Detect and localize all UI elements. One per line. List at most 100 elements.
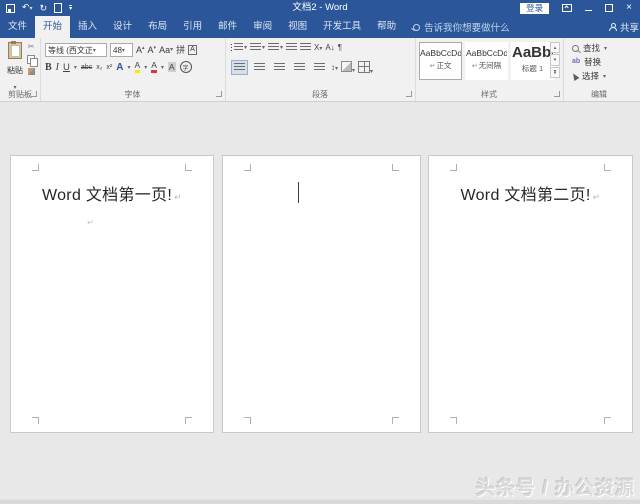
- grow-font-button[interactable]: A ▴: [136, 45, 145, 56]
- crop-mark-icon: [604, 417, 611, 424]
- underline-button[interactable]: U: [63, 62, 70, 73]
- text-cursor[interactable]: [298, 182, 299, 203]
- paragraph-dialog-launcher[interactable]: [406, 91, 412, 97]
- up-icon: ▴: [142, 44, 145, 51]
- distribute-button[interactable]: [311, 60, 328, 75]
- show-marks-button[interactable]: ¶: [338, 43, 342, 52]
- text-effects-button[interactable]: A: [116, 62, 123, 73]
- font-name-value: 等线 (西文正: [48, 45, 93, 55]
- tell-me-search[interactable]: 告诉我你想要做什么: [413, 16, 510, 38]
- superscript-button[interactable]: x²: [106, 64, 112, 71]
- multilevel-list-button[interactable]: ▾: [268, 43, 283, 52]
- down-icon: ▾: [153, 44, 157, 51]
- change-case-button[interactable]: Aa ▾: [159, 45, 173, 56]
- redo-button[interactable]: ↻: [40, 0, 48, 16]
- new-document-icon[interactable]: [54, 3, 63, 13]
- font-dialog-launcher[interactable]: [216, 91, 222, 97]
- numbering-button[interactable]: ▾: [250, 43, 265, 52]
- find-button[interactable]: 查找 ▾: [572, 42, 607, 54]
- chevron-down-icon: ▾: [604, 45, 608, 52]
- select-button[interactable]: 选择 ▾: [570, 70, 607, 82]
- asian-layout-button[interactable]: X▾: [314, 43, 322, 52]
- borders-button[interactable]: ▾: [358, 60, 374, 75]
- style-heading1[interactable]: AaBbC 标题 1: [511, 42, 554, 80]
- phonetic-guide-button[interactable]: 拼: [176, 45, 185, 56]
- page-3-text[interactable]: Word 文档第二页!: [429, 181, 632, 205]
- tab-mailings[interactable]: 邮件: [210, 16, 245, 38]
- save-icon[interactable]: [6, 3, 15, 13]
- bullets-button[interactable]: ▾: [231, 43, 247, 52]
- maximize-button[interactable]: [605, 4, 614, 12]
- tab-home[interactable]: 开始: [35, 16, 71, 38]
- strikethrough-button[interactable]: abc: [81, 64, 92, 71]
- word-window: ↶▾ ↻ ▾ 文档2 - Word 登录 × 文件 开始 插入 设计 布局 引用…: [0, 0, 640, 504]
- font-size-combo[interactable]: 48 ▾: [110, 43, 133, 57]
- style-name: 正文: [420, 60, 461, 71]
- tab-view[interactable]: 视图: [280, 16, 315, 38]
- page-1-text[interactable]: Word 文档第一页!: [11, 181, 213, 205]
- share-button[interactable]: 共享: [608, 16, 640, 38]
- highlight-button[interactable]: A: [134, 61, 141, 73]
- chevron-down-icon: ▾: [370, 68, 374, 75]
- styles-scroll-down-button[interactable]: ▾: [550, 54, 560, 66]
- page-3[interactable]: Word 文档第二页!: [428, 155, 633, 433]
- styles-dialog-launcher[interactable]: [554, 91, 560, 97]
- sort-button[interactable]: A↓: [325, 43, 334, 52]
- crop-mark-icon: [244, 417, 251, 424]
- tab-layout[interactable]: 布局: [140, 16, 175, 38]
- justify-button[interactable]: [291, 60, 308, 75]
- customize-quick-access-button[interactable]: ▾: [69, 4, 73, 12]
- copy-icon[interactable]: [27, 55, 38, 67]
- tab-review[interactable]: 审阅: [245, 16, 280, 38]
- ribbon-tab-bar: 文件 开始 插入 设计 布局 引用 邮件 审阅 视图 开发工具 帮助 告诉我你想…: [0, 16, 640, 38]
- styles-scroll-up-button[interactable]: ▴: [550, 42, 560, 54]
- line-spacing-button[interactable]: ↕▾: [331, 63, 338, 72]
- undo-button[interactable]: ↶▾: [22, 0, 33, 17]
- tab-insert[interactable]: 插入: [70, 16, 105, 38]
- ribbon-display-options-icon[interactable]: [562, 4, 573, 12]
- underline-dropdown-icon[interactable]: ▾: [74, 64, 77, 71]
- bold-button[interactable]: B: [45, 62, 52, 73]
- format-painter-icon[interactable]: [27, 68, 35, 75]
- minimize-button[interactable]: [585, 10, 593, 11]
- replace-button[interactable]: ab 替换: [572, 56, 601, 68]
- tab-file[interactable]: 文件: [0, 16, 35, 38]
- clipboard-dialog-launcher[interactable]: [31, 91, 37, 97]
- close-button[interactable]: ×: [626, 0, 632, 16]
- crop-mark-icon: [244, 164, 251, 171]
- character-border-button[interactable]: A: [188, 45, 197, 55]
- crop-mark-icon: [604, 164, 611, 171]
- enclose-characters-button[interactable]: 字: [179, 61, 192, 73]
- character-shading-button[interactable]: A: [167, 62, 176, 72]
- tab-references[interactable]: 引用: [175, 16, 210, 38]
- tab-design[interactable]: 设计: [105, 16, 140, 38]
- align-left-button[interactable]: [231, 60, 248, 75]
- align-center-button[interactable]: [251, 60, 268, 75]
- numbering-icon: [250, 43, 262, 52]
- style-preview: AaBbCcDd: [466, 48, 507, 58]
- style-no-spacing[interactable]: AaBbCcDd 无间隔: [465, 42, 508, 80]
- undo-dropdown-icon[interactable]: ▾: [30, 6, 33, 12]
- font-name-combo[interactable]: 等线 (西文正 ▾: [45, 43, 107, 57]
- font-color-button[interactable]: A: [151, 61, 157, 73]
- decrease-indent-button[interactable]: [286, 43, 298, 52]
- style-normal[interactable]: AaBbCcDd 正文: [419, 42, 462, 80]
- page-1[interactable]: Word 文档第一页!: [10, 155, 214, 433]
- replace-label: 替换: [584, 57, 602, 67]
- increase-indent-button[interactable]: [300, 43, 312, 52]
- tab-help[interactable]: 帮助: [369, 16, 404, 38]
- cut-icon[interactable]: ✂: [28, 43, 35, 51]
- align-right-button[interactable]: [271, 60, 288, 75]
- subscript-button[interactable]: x₂: [96, 64, 102, 71]
- italic-button[interactable]: I: [56, 62, 59, 73]
- paragraph-row-1: ▾ ▾ ▾ X▾ A↓ ¶: [231, 43, 342, 52]
- shrink-font-button[interactable]: A ▾: [148, 45, 157, 56]
- sign-in-button[interactable]: 登录: [520, 2, 550, 14]
- select-label: 选择: [582, 71, 600, 81]
- chevron-down-icon: ▾: [603, 73, 607, 80]
- styles-gallery-more-button[interactable]: ▾: [550, 66, 560, 78]
- page-2[interactable]: [222, 155, 421, 433]
- tab-developer[interactable]: 开发工具: [315, 16, 369, 38]
- shading-button[interactable]: ▾: [341, 61, 355, 74]
- paste-button[interactable]: 粘贴 ▾: [4, 41, 26, 94]
